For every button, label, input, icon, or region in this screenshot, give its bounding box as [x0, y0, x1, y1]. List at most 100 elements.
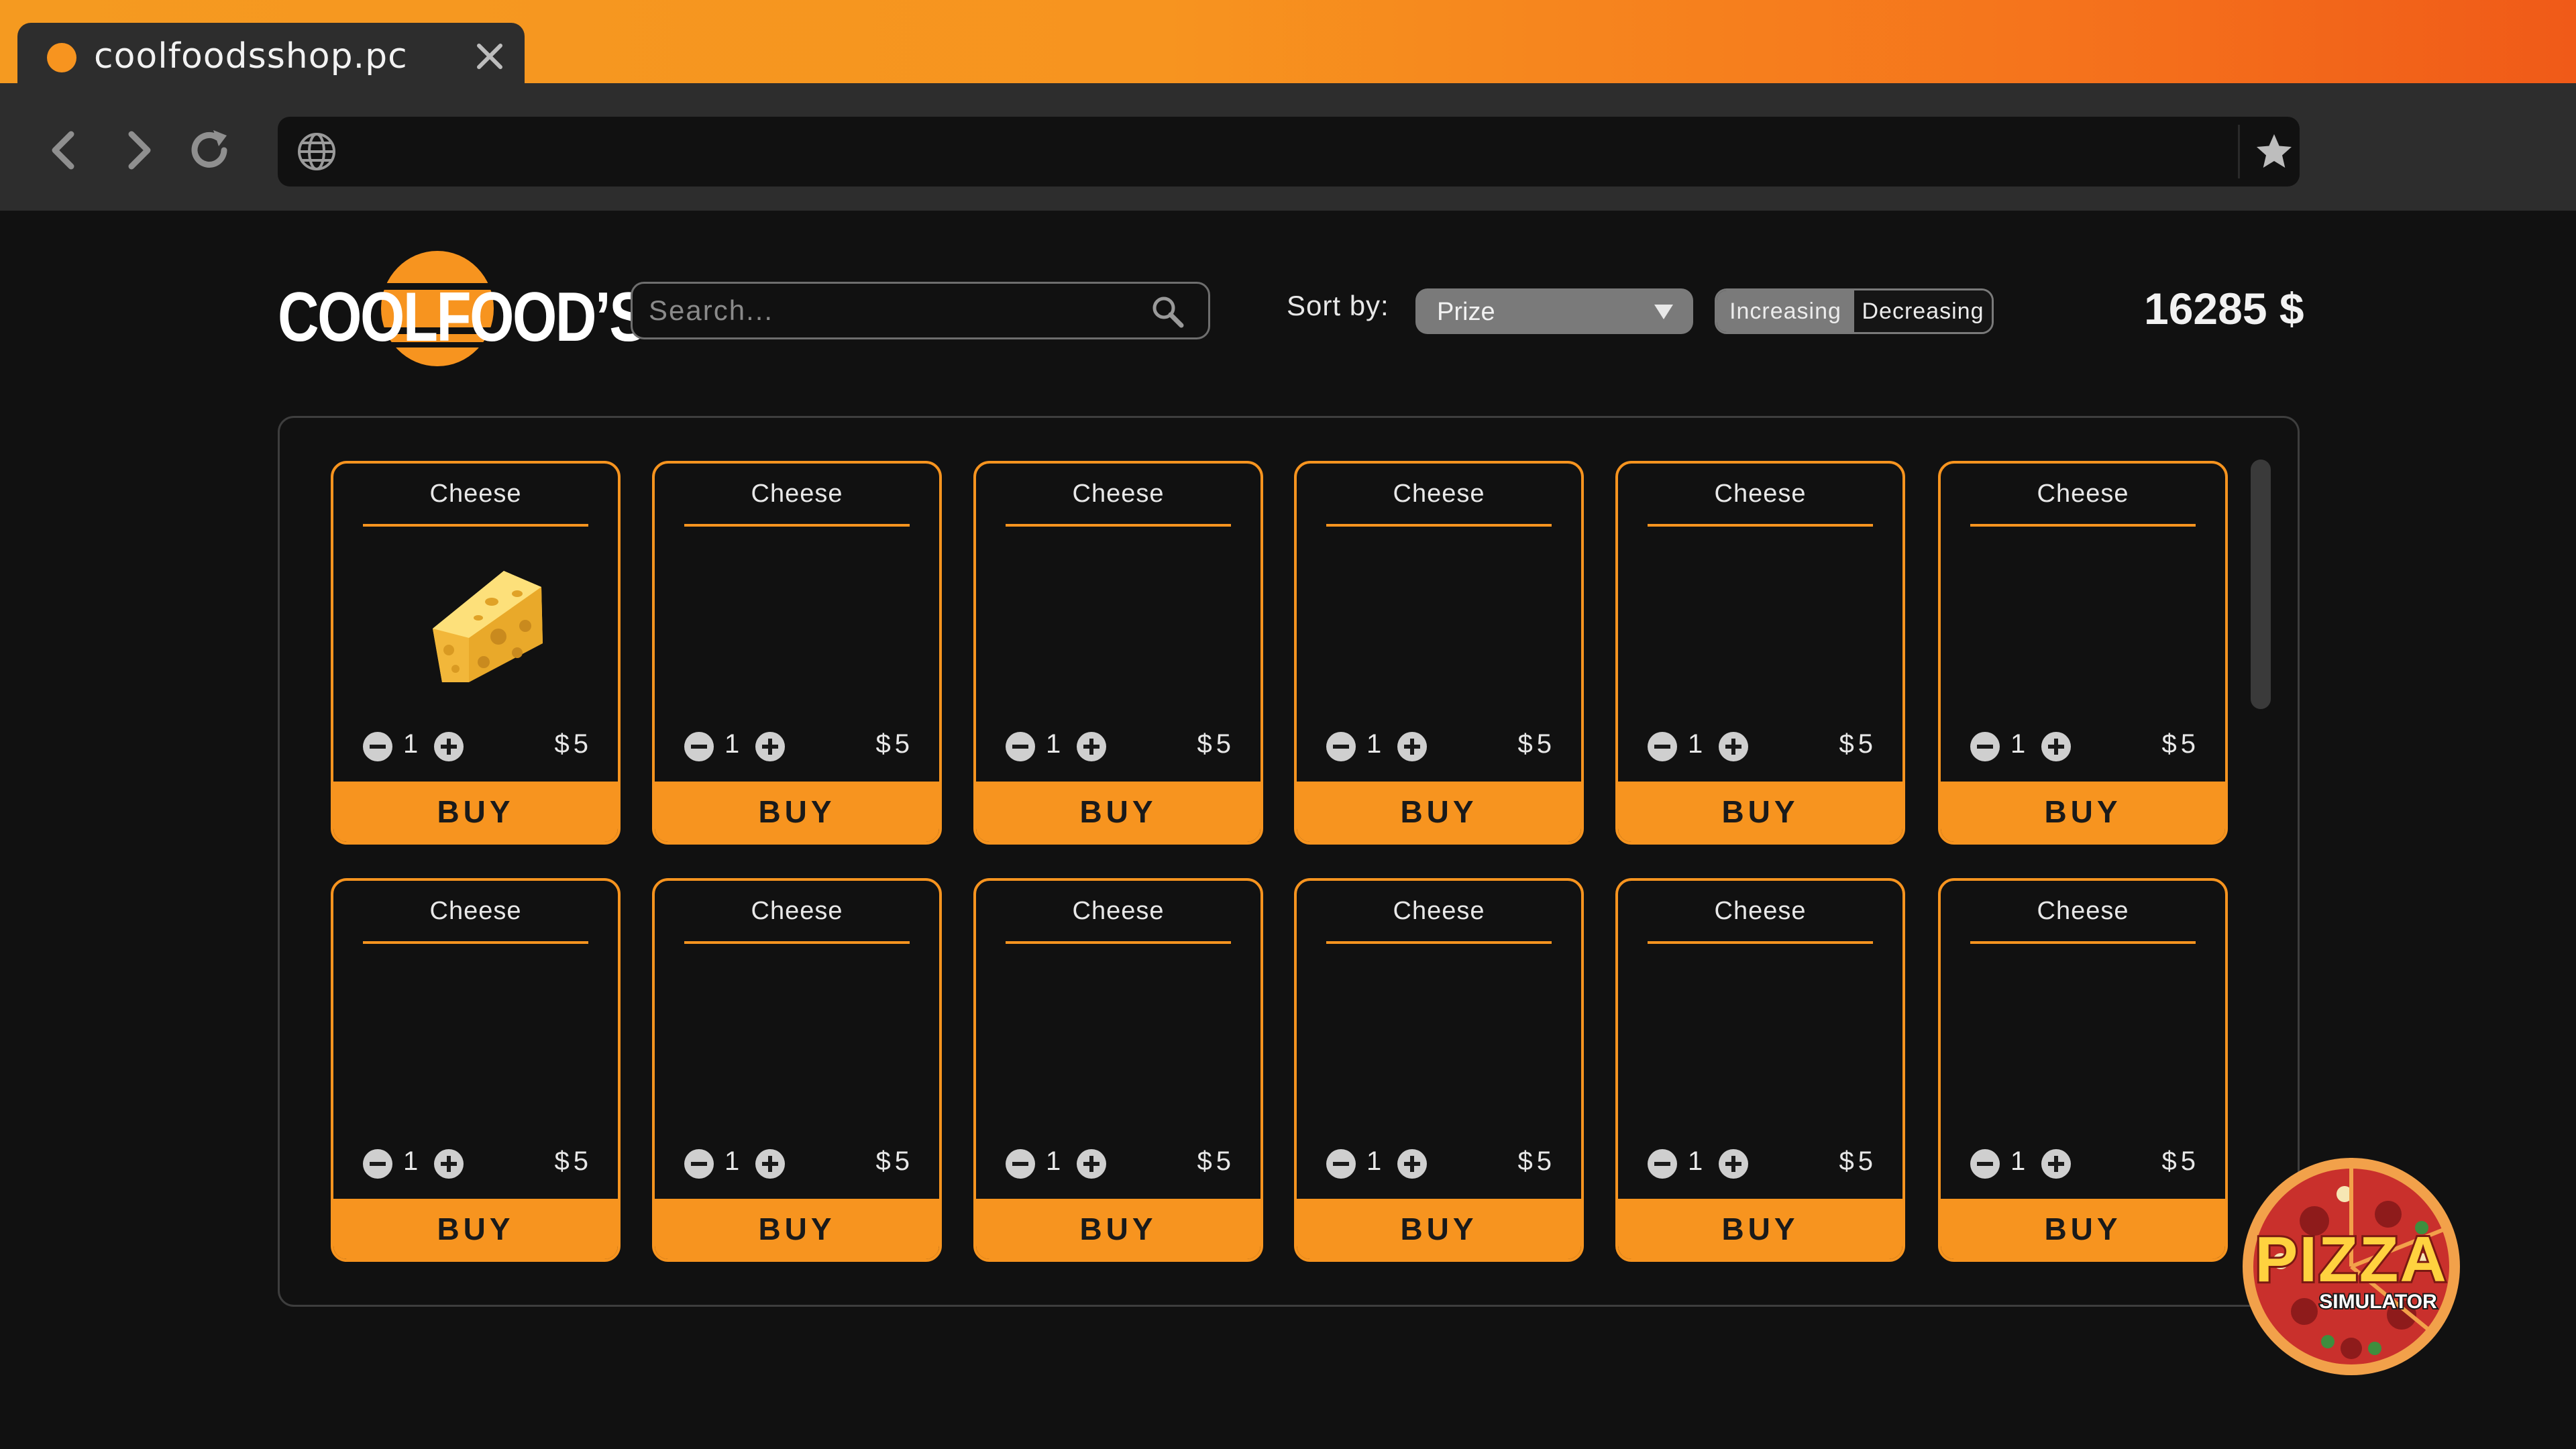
title-divider — [363, 941, 588, 944]
product-card: Cheese 1 $5 BUY — [973, 461, 1263, 845]
buy-button[interactable]: BUY — [1618, 1199, 1902, 1259]
title-divider — [1970, 524, 2196, 527]
product-name: Cheese — [429, 897, 522, 925]
product-price: $5 — [1197, 729, 1235, 759]
sort-dropdown[interactable]: Prize — [1415, 288, 1693, 334]
search-icon[interactable] — [1150, 294, 1185, 329]
address-bar[interactable] — [278, 117, 2300, 186]
buy-button[interactable]: BUY — [976, 782, 1260, 842]
plus-icon[interactable] — [1397, 732, 1427, 761]
buy-button[interactable]: BUY — [333, 1199, 618, 1259]
sort-value: Prize — [1437, 298, 1495, 326]
tab-title: coolfoodsshop.pc — [94, 36, 408, 76]
quantity-value: 1 — [1366, 1146, 1382, 1176]
buy-button[interactable]: BUY — [1297, 1199, 1581, 1259]
minus-icon[interactable] — [1326, 732, 1356, 761]
balance-display: 16285 $ — [2144, 284, 2304, 333]
favicon-icon — [47, 43, 76, 72]
product-card: Cheese 1 $5 BUY — [1294, 461, 1584, 845]
bookmark-star-icon[interactable] — [2253, 130, 2296, 173]
title-divider — [684, 524, 910, 527]
address-divider — [2238, 125, 2240, 178]
buy-button[interactable]: BUY — [1941, 1199, 2225, 1259]
plus-icon[interactable] — [1719, 1149, 1748, 1179]
plus-icon[interactable] — [1077, 1149, 1106, 1179]
minus-icon[interactable] — [1970, 1149, 2000, 1179]
buy-button[interactable]: BUY — [976, 1199, 1260, 1259]
cheese-wedge-image — [433, 571, 543, 682]
minus-icon[interactable] — [1648, 732, 1677, 761]
quantity-value: 1 — [1046, 1146, 1061, 1176]
buy-button[interactable]: BUY — [1941, 782, 2225, 842]
minus-icon[interactable] — [684, 732, 714, 761]
plus-icon[interactable] — [434, 1149, 464, 1179]
plus-icon[interactable] — [755, 732, 785, 761]
quantity-value: 1 — [403, 729, 419, 759]
product-name: Cheese — [751, 480, 843, 508]
minus-icon[interactable] — [1006, 732, 1035, 761]
reload-icon[interactable] — [182, 122, 239, 178]
back-arrow-icon[interactable] — [36, 122, 93, 178]
plus-icon[interactable] — [434, 732, 464, 761]
close-icon[interactable] — [471, 38, 508, 75]
minus-icon[interactable] — [684, 1149, 714, 1179]
plus-icon[interactable] — [1397, 1149, 1427, 1179]
product-card: Cheese 1 $5 BUY — [331, 878, 621, 1262]
buy-button[interactable]: BUY — [1297, 782, 1581, 842]
buy-button[interactable]: BUY — [655, 782, 939, 842]
plus-icon[interactable] — [2041, 1149, 2071, 1179]
browser-tab[interactable]: coolfoodsshop.pc — [17, 23, 525, 87]
product-card: Cheese 1 $5 BUY — [1615, 461, 1905, 845]
search-box[interactable] — [631, 282, 1210, 339]
product-price: $5 — [554, 729, 592, 759]
product-price: $5 — [875, 729, 914, 759]
product-name: Cheese — [1072, 480, 1165, 508]
plus-icon[interactable] — [1719, 732, 1748, 761]
sort-order-toggle[interactable]: Increasing Decreasing — [1715, 288, 1994, 334]
product-card: Cheese 1 $5 BUY — [652, 461, 942, 845]
quantity-value: 1 — [403, 1146, 419, 1176]
buy-button[interactable]: BUY — [333, 782, 618, 842]
globe-icon — [298, 133, 335, 170]
coolfoods-logo[interactable]: COOLFOOD’S — [278, 248, 647, 369]
order-decreasing-option[interactable]: Decreasing — [1854, 290, 1992, 332]
title-divider — [1006, 941, 1231, 944]
quantity-value: 1 — [1688, 1146, 1703, 1176]
quantity-value: 1 — [1046, 729, 1061, 759]
plus-icon[interactable] — [755, 1149, 785, 1179]
browser-toolbar — [0, 83, 2576, 211]
product-price: $5 — [1839, 729, 1877, 759]
product-price: $5 — [2161, 729, 2200, 759]
minus-icon[interactable] — [1006, 1149, 1035, 1179]
quantity-value: 1 — [2010, 1146, 2026, 1176]
search-input[interactable] — [649, 292, 1118, 329]
product-name: Cheese — [1393, 480, 1485, 508]
title-divider — [363, 524, 588, 527]
buy-button[interactable]: BUY — [655, 1199, 939, 1259]
product-card: Cheese 1 $5 BUY — [973, 878, 1263, 1262]
pizza-logo-subtext: SIMULATOR — [2319, 1291, 2437, 1313]
scrollbar-thumb[interactable] — [2251, 460, 2271, 709]
pizza-simulator-logo: PIZZA SIMULATOR — [2243, 1158, 2460, 1375]
product-name: Cheese — [1072, 897, 1165, 925]
title-divider — [1648, 524, 1873, 527]
product-name: Cheese — [429, 480, 522, 508]
title-divider — [1648, 941, 1873, 944]
plus-icon[interactable] — [1077, 732, 1106, 761]
forward-arrow-icon[interactable] — [110, 122, 166, 178]
minus-icon[interactable] — [1648, 1149, 1677, 1179]
minus-icon[interactable] — [1326, 1149, 1356, 1179]
shop-page: COOLFOOD’S Sort by: Prize Increasing Dec… — [0, 211, 2576, 1449]
plus-icon[interactable] — [2041, 732, 2071, 761]
product-card: Cheese 1 $5 BUY — [331, 461, 621, 845]
minus-icon[interactable] — [363, 732, 392, 761]
quantity-value: 1 — [2010, 729, 2026, 759]
order-increasing-option[interactable]: Increasing — [1717, 290, 1854, 332]
quantity-value: 1 — [724, 1146, 740, 1176]
sort-label: Sort by: — [1287, 290, 1389, 321]
minus-icon[interactable] — [1970, 732, 2000, 761]
quantity-value: 1 — [724, 729, 740, 759]
minus-icon[interactable] — [363, 1149, 392, 1179]
pizza-logo-text: PIZZA — [2255, 1224, 2447, 1295]
buy-button[interactable]: BUY — [1618, 782, 1902, 842]
